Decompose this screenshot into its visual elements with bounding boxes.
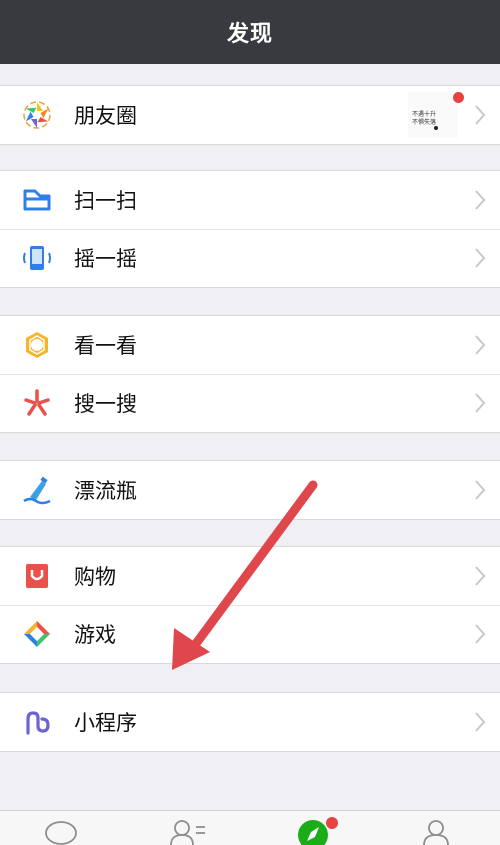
group-moments: 朋友圈 不遇十升 不惧失落 <box>0 85 500 145</box>
cell-label: 游戏 <box>74 623 116 647</box>
chevron-right-icon <box>475 480 486 500</box>
shake-icon <box>23 246 51 270</box>
page-title: 发现 <box>226 22 273 47</box>
moments-badge-dot <box>453 92 464 103</box>
chevron-right-icon <box>475 335 486 355</box>
cell-label: 购物 <box>74 565 116 589</box>
cell-label: 看一看 <box>74 334 137 358</box>
cell-top-stories[interactable]: 看一看 <box>0 316 500 374</box>
group-shop-games: 购物 游戏 <box>0 546 500 664</box>
group-drift-bottle: 漂流瓶 <box>0 460 500 520</box>
cell-label: 漂流瓶 <box>74 479 137 503</box>
cell-games[interactable]: 游戏 <box>0 605 500 663</box>
cell-label: 扫一扫 <box>74 189 137 213</box>
chats-icon <box>45 821 77 845</box>
moments-preview-avatar <box>434 126 438 130</box>
chevron-right-icon <box>475 566 486 586</box>
navbar: 发现 <box>0 0 500 64</box>
drift-bottle-icon <box>23 476 51 505</box>
tab-contacts[interactable] <box>125 811 250 845</box>
chevron-right-icon <box>475 190 486 210</box>
cell-search[interactable]: 搜一搜 <box>0 374 500 432</box>
discover-badge-dot <box>326 817 338 829</box>
chevron-right-icon <box>475 624 486 644</box>
search-icon <box>24 389 50 416</box>
chevron-right-icon <box>475 105 486 125</box>
chevron-right-icon <box>475 712 486 732</box>
top-stories-icon <box>26 332 48 358</box>
tab-bar <box>0 810 500 845</box>
cell-mini-program[interactable]: 小程序 <box>0 693 500 751</box>
tab-chats[interactable] <box>0 811 125 845</box>
group-scan-shake: 扫一扫 摇一摇 <box>0 170 500 288</box>
cell-label: 朋友圈 <box>74 104 137 128</box>
chevron-right-icon <box>475 248 486 268</box>
cell-scan[interactable]: 扫一扫 <box>0 171 500 229</box>
shopping-icon <box>26 564 48 588</box>
mini-program-icon <box>26 711 50 735</box>
tab-discover[interactable] <box>250 811 375 845</box>
cell-drift-bottle[interactable]: 漂流瓶 <box>0 461 500 519</box>
group-mini-program: 小程序 <box>0 692 500 752</box>
me-icon <box>423 820 449 845</box>
contacts-icon <box>170 820 205 845</box>
tab-me[interactable] <box>375 811 500 845</box>
moments-preview-line2: 不惧失落 <box>412 119 437 126</box>
cell-label: 搜一搜 <box>74 392 137 416</box>
moments-preview-thumbnail: 不遇十升 不惧失落 <box>408 92 458 138</box>
scan-icon <box>23 189 51 211</box>
chevron-right-icon <box>475 393 486 413</box>
games-icon <box>24 621 50 647</box>
cell-shopping[interactable]: 购物 <box>0 547 500 605</box>
moments-icon <box>23 101 51 129</box>
cell-label: 小程序 <box>74 711 137 735</box>
cell-label: 摇一摇 <box>74 247 137 271</box>
cell-moments[interactable]: 朋友圈 不遇十升 不惧失落 <box>0 86 500 144</box>
group-look-search: 看一看 搜一搜 <box>0 315 500 433</box>
cell-shake[interactable]: 摇一摇 <box>0 229 500 287</box>
